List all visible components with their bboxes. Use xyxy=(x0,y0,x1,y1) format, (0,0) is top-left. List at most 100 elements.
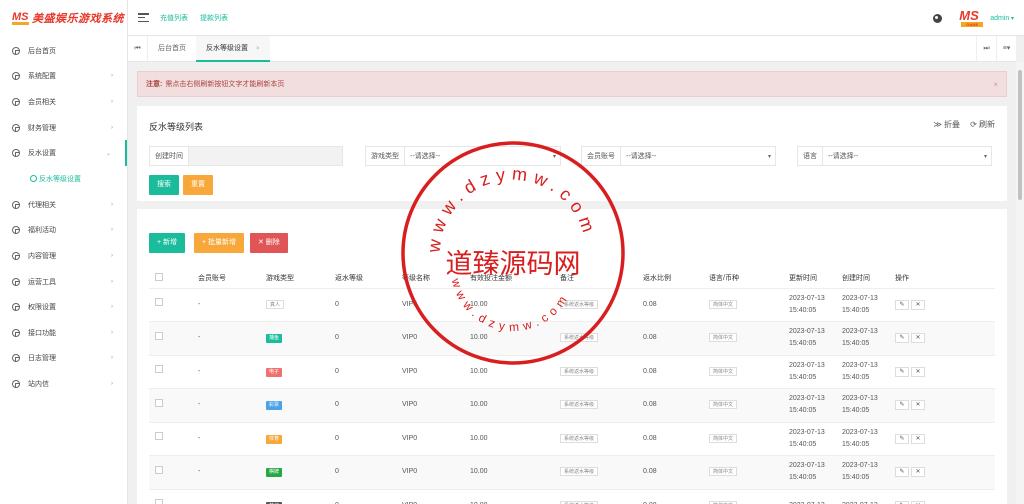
delete-icon[interactable]: ✕ xyxy=(911,400,925,411)
cell-ratio: 0.08 xyxy=(637,388,703,423)
table-row: - 彩票 0 VIP0 10.00 系统返水等级 0.08 简体中文 2023-07-13 15… xyxy=(149,388,995,423)
delete-icon[interactable]: ✕ xyxy=(911,467,925,478)
brand-logo[interactable]: MS 美盛娱乐游戏系统 xyxy=(0,0,127,36)
delete-button[interactable]: ✕ 删除 xyxy=(250,233,288,253)
tab-rebate-level[interactable]: 反水等级设置 × xyxy=(196,35,270,62)
edit-icon[interactable]: ✎ xyxy=(895,433,909,444)
tabs-prev-icon[interactable]: ⏮ xyxy=(128,35,148,62)
sidebar-item-agents[interactable]: 代理相关 › xyxy=(0,192,127,218)
select-all-checkbox[interactable] xyxy=(149,268,192,289)
brand-name: 美盛娱乐游戏系统 xyxy=(32,13,124,25)
cell-actions: ✎✕ xyxy=(889,388,995,423)
tabs-menu-icon[interactable]: ≡▾ xyxy=(996,36,1016,62)
cell-ratio: 0.08 xyxy=(637,422,703,456)
cell-valid-bet: 10.00 xyxy=(464,388,554,423)
sidebar-item-home[interactable]: 后台首页 xyxy=(0,38,127,64)
sidebar-item-finance[interactable]: 财务管理 › xyxy=(0,115,127,141)
delete-icon[interactable]: ✕ xyxy=(911,366,925,377)
sidebar-item-operations[interactable]: 运营工具 › xyxy=(0,269,127,295)
edit-icon[interactable]: ✎ xyxy=(895,333,909,344)
row-checkbox[interactable] xyxy=(149,321,192,356)
cell-created: 2023-07-13 15:40:05 xyxy=(836,288,889,322)
menu-circle-icon xyxy=(12,149,20,158)
delete-icon[interactable]: ✕ xyxy=(911,433,925,444)
recharge-list-link[interactable]: 充值列表 xyxy=(160,13,188,23)
sidebar-item-logs[interactable]: 日志管理 › xyxy=(0,346,127,372)
sidebar-item-messages[interactable]: 站内信 › xyxy=(0,371,127,397)
tab-home[interactable]: 后台首页 xyxy=(148,36,196,62)
edit-icon[interactable]: ✎ xyxy=(895,467,909,478)
table-header-row: 会员账号 游戏类型 返水等级 等级名称 有效投注金额 备注 返水比例 语言/币种… xyxy=(149,268,995,289)
chevron-right-icon: › xyxy=(111,201,113,208)
game-type-select[interactable]: --请选择-- ▾ xyxy=(404,146,561,166)
row-checkbox[interactable] xyxy=(149,288,192,322)
menu-circle-icon xyxy=(30,175,37,183)
language-field: 语言 --请选择-- ▾ xyxy=(797,146,992,166)
member-account-select[interactable]: --请选择-- ▾ xyxy=(620,146,776,166)
theme-palette-icon[interactable] xyxy=(933,13,943,23)
sidebar-item-api[interactable]: 接口功能 › xyxy=(0,320,127,346)
language-select[interactable]: --请选择-- ▾ xyxy=(822,146,992,166)
panel-title: 反水等级列表 xyxy=(149,122,204,132)
sidebar-item-rebate-settings[interactable]: 反水设置 ⌄ xyxy=(0,140,127,166)
delete-icon[interactable]: ✕ xyxy=(911,333,925,344)
add-button[interactable]: + 新增 xyxy=(149,233,186,253)
column-header: 有效投注金额 xyxy=(464,268,554,289)
withdraw-list-link[interactable]: 提款列表 xyxy=(200,13,228,23)
cell-valid-bet: 10.00 xyxy=(464,321,554,356)
row-checkbox[interactable] xyxy=(149,489,192,504)
tab-close-icon[interactable]: × xyxy=(256,46,260,52)
cell-remark: 系统返水等级 xyxy=(554,388,637,423)
brand-logo-icon: MS xyxy=(12,11,29,25)
sidebar-subitem-rebate-level[interactable]: 反水等级设置 xyxy=(0,166,127,192)
created-time-input[interactable] xyxy=(188,146,343,166)
row-checkbox[interactable] xyxy=(149,422,192,456)
hamburger-menu-icon[interactable] xyxy=(138,13,149,22)
delete-icon[interactable]: ✕ xyxy=(911,299,925,310)
sidebar-item-content[interactable]: 内容管理 › xyxy=(0,243,127,269)
row-checkbox[interactable] xyxy=(149,355,192,389)
tabs-next-icon[interactable]: ⏭ xyxy=(976,36,996,62)
cell-created: 2023-07-13 15:40:05 xyxy=(836,388,889,423)
batch-add-button[interactable]: + 批量新增 xyxy=(194,233,245,253)
column-header: 语言/币种 xyxy=(703,268,783,289)
edit-icon[interactable]: ✎ xyxy=(895,400,909,411)
cell-game-type: 真人 xyxy=(260,288,329,322)
cell-language: 简体中文 xyxy=(703,288,783,322)
scrollbar-thumb[interactable] xyxy=(1018,70,1022,200)
sidebar-item-permissions[interactable]: 权限设置 › xyxy=(0,294,127,320)
admin-user-menu[interactable]: admin xyxy=(990,15,1014,22)
column-header: 返水比例 xyxy=(637,268,703,289)
row-checkbox[interactable] xyxy=(149,388,192,423)
sidebar-item-members[interactable]: 会员相关 › xyxy=(0,89,127,115)
edit-icon[interactable]: ✎ xyxy=(895,299,909,310)
game-type-tag: 真人 xyxy=(266,299,285,309)
cell-game-type: 彩票 xyxy=(260,388,329,423)
cell-valid-bet: 10.00 xyxy=(464,422,554,456)
alert-prefix: 注意: xyxy=(146,81,163,88)
chevron-down-icon: ⌄ xyxy=(105,150,111,157)
language-tag: 简体中文 xyxy=(709,467,738,477)
cell-actions: ✎✕ xyxy=(889,489,995,504)
cell-remark: 系统返水等级 xyxy=(554,288,637,322)
alert-close-icon[interactable]: × xyxy=(993,80,998,89)
cell-actions: ✎✕ xyxy=(889,455,995,490)
cell-remark: 系统返水等级 xyxy=(554,422,637,456)
edit-icon[interactable]: ✎ xyxy=(895,366,909,377)
row-checkbox[interactable] xyxy=(149,455,192,490)
search-button[interactable]: 搜索 xyxy=(149,175,179,195)
sidebar-item-system-config[interactable]: 系统配置 › xyxy=(0,64,127,90)
cell-actions: ✎✕ xyxy=(889,422,995,456)
menu-circle-icon xyxy=(12,97,20,106)
sidebar-item-promotions[interactable]: 福利活动 › xyxy=(0,218,127,244)
game-type-tag: 彩票 xyxy=(266,401,283,411)
cell-ratio: 0.08 xyxy=(637,288,703,322)
collapse-button[interactable]: ≫ 折叠 xyxy=(933,119,960,130)
cell-account: - xyxy=(192,388,260,423)
reset-button[interactable]: 重置 xyxy=(183,175,213,195)
page-scrollbar[interactable] xyxy=(1016,62,1024,504)
cell-level-name: VIP0 xyxy=(396,422,464,456)
remark-tag: 系统返水等级 xyxy=(560,433,599,443)
refresh-button[interactable]: ⟳ 刷新 xyxy=(970,119,995,130)
filter-form: 创建时间 游戏类型 --请选择-- ▾ 会员账号 --请选择-- ▾ 语言 --请选… xyxy=(149,146,995,166)
